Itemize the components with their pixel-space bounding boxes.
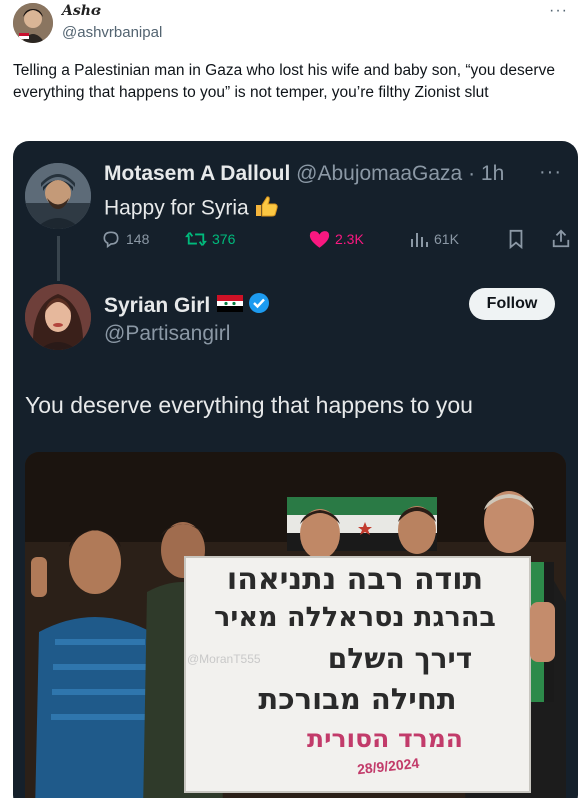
author-handle[interactable]: @ashvrbanipal: [62, 24, 162, 41]
quoted-time[interactable]: 1h: [481, 162, 504, 185]
retweet-count: 376: [212, 231, 236, 247]
ellipsis-icon[interactable]: ···: [539, 161, 562, 184]
verified-badge-icon: [248, 292, 270, 320]
banner-line-4: תחילה מבורכת: [258, 682, 457, 716]
reply-name-row: Syrian Girl: [104, 292, 270, 320]
follow-button[interactable]: Follow: [469, 288, 555, 320]
banner-line-5: המרד הסורית: [307, 724, 463, 753]
views-button[interactable]: 61K: [409, 229, 459, 249]
banner-line-3: דירך השלם: [327, 642, 473, 675]
quoted-text-content: Happy for Syria: [104, 196, 249, 220]
retweet-button[interactable]: 376: [185, 229, 235, 249]
thread-line: [57, 236, 60, 281]
like-button[interactable]: 2.3K: [309, 229, 364, 249]
quoted-header: Motasem A Dalloul @AbujomaaGaza · 1h: [104, 162, 504, 186]
quoted-author-handle[interactable]: @AbujomaaGaza: [296, 162, 462, 185]
bookmark-button[interactable]: [507, 229, 530, 249]
like-count: 2.3K: [335, 231, 364, 247]
avatar[interactable]: [13, 3, 53, 43]
view-count: 61K: [434, 231, 459, 247]
views-icon: [411, 233, 428, 247]
share-button[interactable]: [551, 229, 576, 249]
syria-flag-icon: [217, 294, 244, 318]
separator-dot: ·: [462, 162, 481, 185]
reply-count: 148: [126, 231, 150, 247]
tweet-media-image[interactable]: תודה רבה נתניאהו בהרגת נסראללה מאיר דירך…: [25, 452, 566, 798]
reply-author-handle[interactable]: @Partisangirl: [104, 322, 230, 346]
bookmark-icon: [509, 229, 523, 249]
banner-line-2: בהרגת נסראללה מאיר: [214, 602, 496, 633]
author-name[interactable]: Ashɞ: [62, 3, 101, 19]
embedded-screenshot: Motasem A Dalloul @AbujomaaGaza · 1h ···…: [13, 141, 578, 798]
reply-avatar[interactable]: [25, 284, 91, 350]
quoted-author-name[interactable]: Motasem A Dalloul: [104, 162, 290, 185]
heart-icon: [309, 231, 330, 248]
retweet-icon: [185, 232, 207, 246]
banner-line-1: תודה רבה נתניאהו: [226, 562, 484, 597]
tweet-text: Telling a Palestinian man in Gaza who lo…: [13, 62, 555, 101]
reply-text: You deserve everything that happens to y…: [25, 392, 473, 418]
share-icon: [552, 229, 570, 248]
quoted-avatar[interactable]: [25, 163, 91, 229]
reply-button[interactable]: 148: [101, 229, 149, 249]
ellipsis-icon[interactable]: ···: [549, 2, 568, 20]
reply-icon: [103, 231, 119, 249]
action-bar: 148 376 2.3K 61K: [101, 229, 570, 253]
image-watermark: @MoranT555: [187, 652, 261, 666]
thumbs-up-icon: [253, 194, 279, 224]
reply-author-name[interactable]: Syrian Girl: [104, 294, 210, 318]
quoted-text: Happy for Syria: [104, 194, 279, 224]
